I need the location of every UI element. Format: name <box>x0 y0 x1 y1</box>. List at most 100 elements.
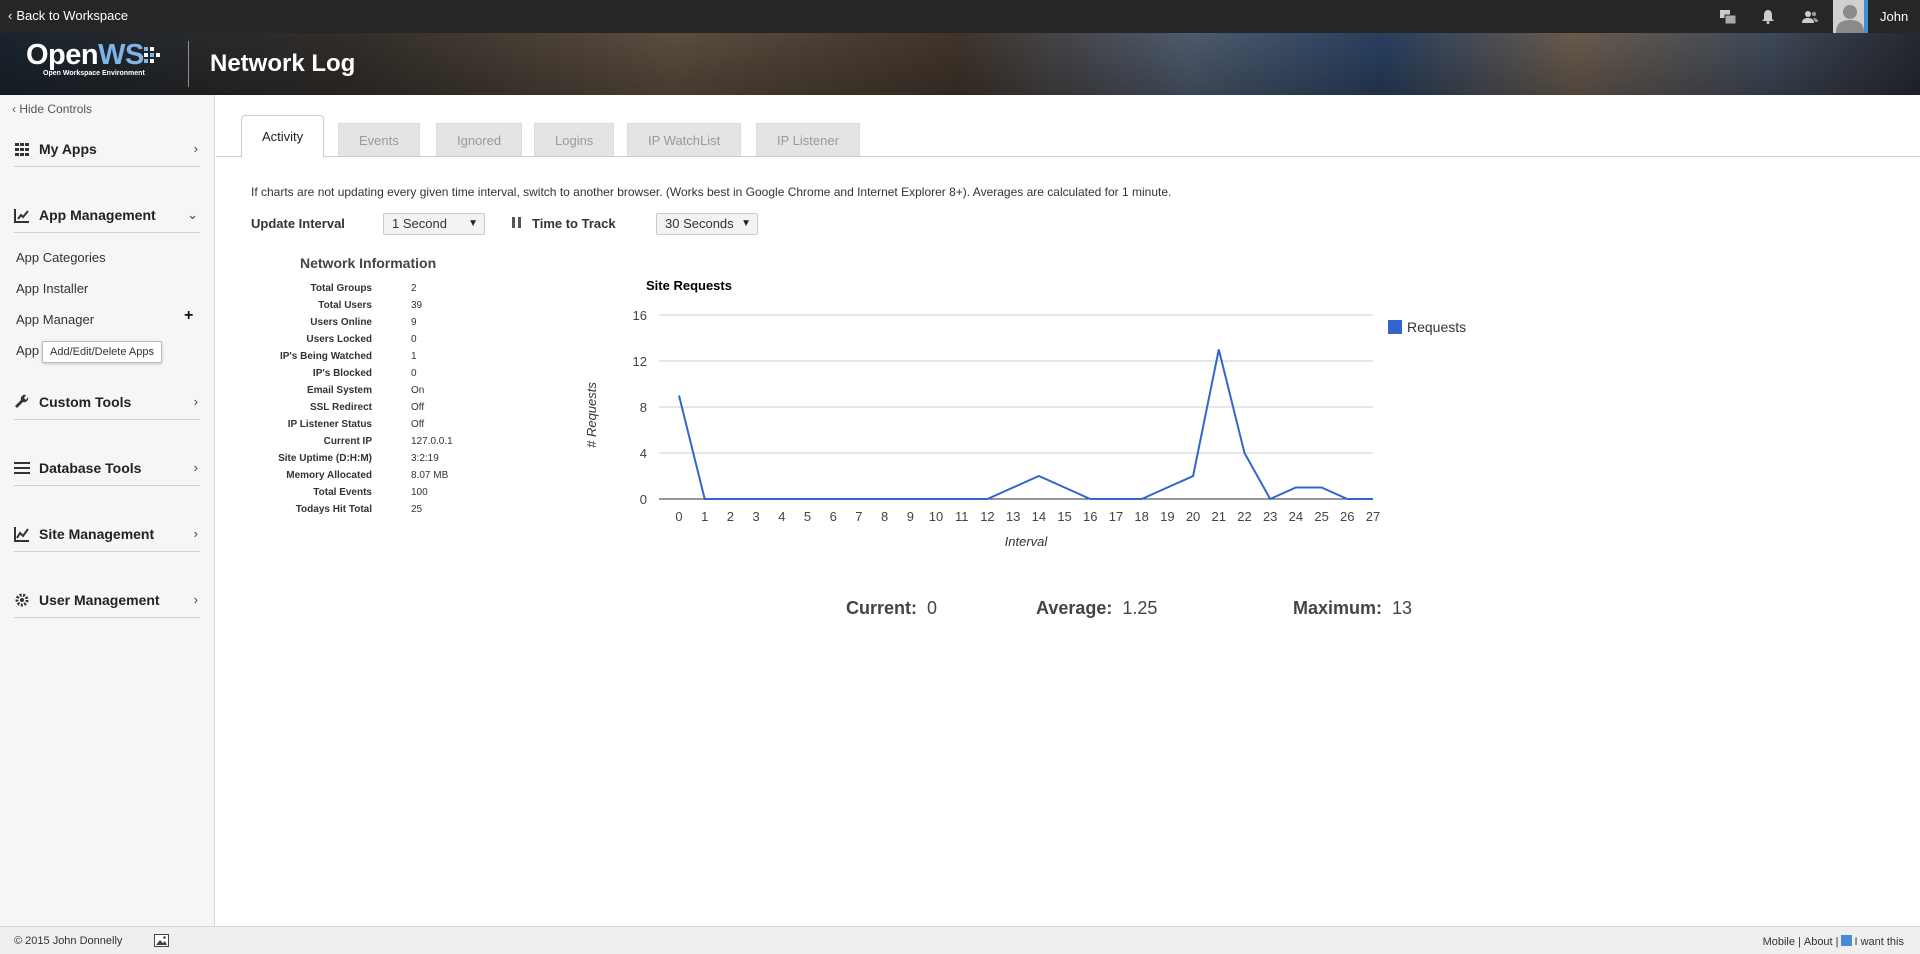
tab-ip-listener[interactable]: IP Listener <box>756 123 860 157</box>
y-tick-label: 12 <box>633 354 647 369</box>
main-content: Activity Events Ignored Logins IP WatchL… <box>216 95 1920 926</box>
tab-ignored[interactable]: Ignored <box>436 123 523 157</box>
line-chart-icon <box>14 527 29 542</box>
stat-current: Current: 0 <box>846 598 937 619</box>
network-info-value: 25 <box>411 504 423 515</box>
username[interactable]: John <box>1880 0 1908 33</box>
hide-controls-link[interactable]: ‹ Hide Controls <box>12 102 92 116</box>
users-icon[interactable] <box>1792 0 1828 33</box>
copyright: © 2015 John Donnelly <box>14 935 123 947</box>
sidebar-section-database-tools[interactable]: Database Tools › <box>14 452 200 486</box>
sidebar-item-app-manager[interactable]: App Manager <box>16 312 94 327</box>
network-info-row: Site Uptime (D:H:M) 3:2:19 <box>216 453 546 467</box>
network-info-row: Current IP 127.0.0.1 <box>216 436 546 450</box>
network-info-row: IP Listener Status Off <box>216 419 546 433</box>
network-info-key: Todays Hit Total <box>295 504 372 515</box>
sidebar-section-my-apps[interactable]: My Apps › <box>14 133 200 167</box>
x-tick-label: 25 <box>1314 509 1328 524</box>
x-tick-label: 10 <box>929 509 943 524</box>
update-interval-label: Update Interval <box>251 216 345 231</box>
time-to-track-label: Time to Track <box>532 216 616 231</box>
x-tick-label: 7 <box>855 509 862 524</box>
network-info-row: Total Groups 2 <box>216 283 546 297</box>
sidebar-item-app[interactable]: App <box>16 343 39 358</box>
x-tick-label: 17 <box>1109 509 1123 524</box>
network-info-row: Todays Hit Total 25 <box>216 504 546 518</box>
back-to-workspace-link[interactable]: ‹ Back to Workspace <box>8 0 128 33</box>
tab-activity[interactable]: Activity <box>241 115 325 158</box>
network-info-row: Total Events 100 <box>216 487 546 501</box>
update-interval-select[interactable]: 1 Second ▼ <box>383 213 485 235</box>
tooltip: Add/Edit/Delete Apps <box>42 341 162 363</box>
tab-events[interactable]: Events <box>338 123 420 157</box>
sidebar-section-user-management[interactable]: User Management › <box>14 584 200 618</box>
sidebar-item-app-installer[interactable]: App Installer <box>16 281 88 296</box>
network-info-key: SSL Redirect <box>309 402 372 413</box>
openws-logo[interactable]: OpenWS Open Workspace Environment <box>26 39 160 77</box>
x-tick-label: 27 <box>1366 509 1380 524</box>
list-icon <box>14 462 30 474</box>
stat-current-label: Current: <box>846 598 917 618</box>
network-info-key: Total Events <box>313 487 372 498</box>
y-tick-label: 8 <box>640 400 647 415</box>
sidebar-section-site-management[interactable]: Site Management › <box>14 518 200 552</box>
network-info-key: Total Users <box>318 300 372 311</box>
image-icon[interactable] <box>154 934 169 947</box>
x-tick-label: 6 <box>830 509 837 524</box>
x-tick-label: 11 <box>955 509 969 524</box>
bell-icon[interactable] <box>1750 0 1786 33</box>
avatar[interactable] <box>1833 0 1867 33</box>
sidebar-section-app-management[interactable]: App Management ⌄ <box>14 199 200 233</box>
time-to-track-select[interactable]: 30 Seconds ▼ <box>656 213 758 235</box>
network-info-key: IP's Being Watched <box>279 351 372 362</box>
network-info-value: 0 <box>411 334 417 345</box>
sidebar-section-label: Custom Tools <box>39 394 132 410</box>
cube-icon <box>1841 935 1853 946</box>
stat-maximum-value: 13 <box>1392 598 1413 618</box>
x-tick-label: 15 <box>1057 509 1071 524</box>
tab-ip-watchlist[interactable]: IP WatchList <box>627 123 742 157</box>
grid-icon <box>15 143 29 156</box>
network-info-value: 2 <box>411 283 417 294</box>
pause-button[interactable] <box>510 215 524 231</box>
x-tick-label: 4 <box>778 509 785 524</box>
network-info-key: Email System <box>306 385 372 396</box>
chevron-right-icon: › <box>193 592 198 607</box>
footer-link-i-want-this[interactable]: I want this <box>1854 936 1904 948</box>
network-information-title: Network Information <box>300 255 437 271</box>
chevron-right-icon: › <box>193 526 198 541</box>
sidebar-section-label: My Apps <box>39 141 97 157</box>
network-info-key: Users Online <box>310 317 372 328</box>
network-info-key: Site Uptime (D:H:M) <box>278 453 372 464</box>
network-info-value: 39 <box>411 300 423 311</box>
sidebar-item-app-categories[interactable]: App Categories <box>16 250 106 265</box>
sidebar-section-label: App Management <box>39 207 156 223</box>
banner-divider <box>188 41 189 87</box>
x-tick-label: 2 <box>727 509 734 524</box>
network-info-row: Users Locked 0 <box>216 334 546 348</box>
chevron-right-icon: › <box>193 394 198 409</box>
network-info-value: 3:2:19 <box>411 453 439 464</box>
stat-average: Average: 1.25 <box>1036 598 1157 619</box>
tab-logins[interactable]: Logins <box>534 123 615 157</box>
network-info-row: Total Users 39 <box>216 300 546 314</box>
back-to-workspace-label: Back to Workspace <box>16 8 129 23</box>
sidebar-section-label: Site Management <box>39 526 155 542</box>
stat-maximum-label: Maximum: <box>1293 598 1383 618</box>
network-info-row: IP's Being Watched 1 <box>216 351 546 365</box>
network-info-key: Memory Allocated <box>286 470 372 481</box>
y-tick-label: 16 <box>633 308 647 323</box>
x-tick-label: 9 <box>907 509 914 524</box>
network-info-key: IP Listener Status <box>287 419 372 430</box>
network-info-key: Users Locked <box>306 334 372 345</box>
footer-link-mobile[interactable]: Mobile <box>1763 936 1795 948</box>
page-title: Network Log <box>210 50 356 77</box>
windows-icon[interactable] <box>1710 0 1746 33</box>
plus-icon[interactable]: + <box>184 307 193 325</box>
footer-link-about[interactable]: About <box>1804 936 1833 948</box>
chevron-right-icon: › <box>193 141 198 156</box>
logo-grid-icon <box>144 47 160 63</box>
sidebar-section-custom-tools[interactable]: Custom Tools › <box>14 386 200 420</box>
x-tick-label: 18 <box>1134 509 1148 524</box>
x-tick-label: 20 <box>1186 509 1200 524</box>
